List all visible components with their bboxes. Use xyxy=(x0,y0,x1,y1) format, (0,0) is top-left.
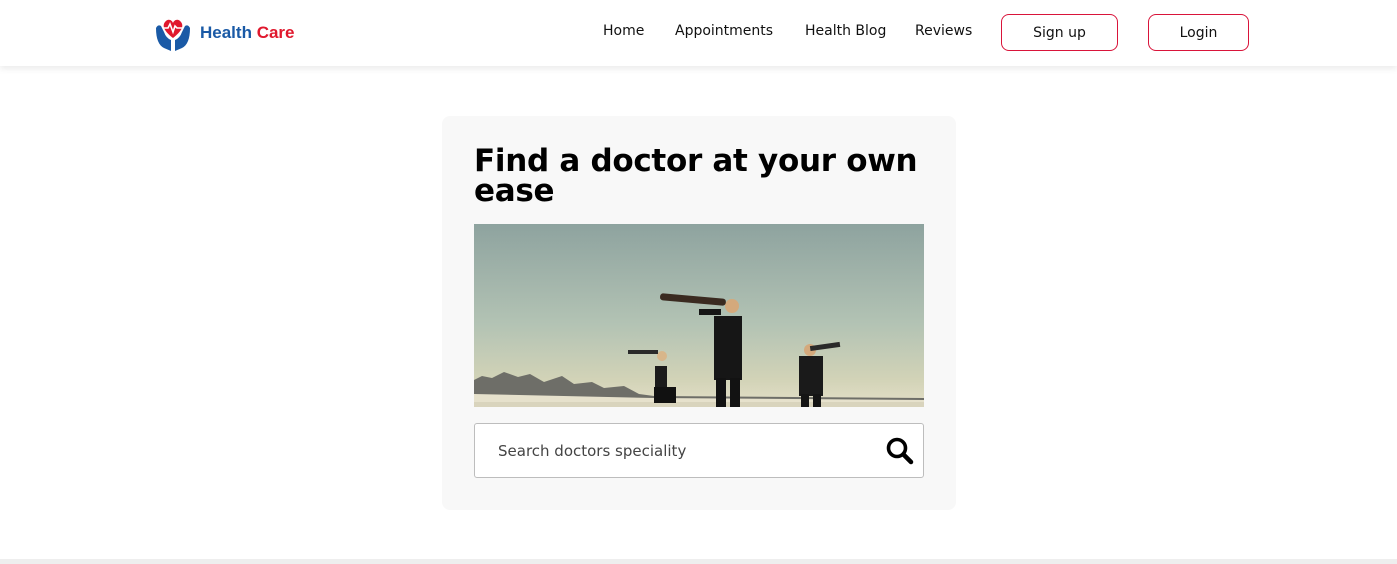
nav-health-blog[interactable]: Health Blog xyxy=(805,23,886,39)
hero-title: Find a doctor at your own ease xyxy=(474,143,918,209)
nav-appointments[interactable]: Appointments xyxy=(675,23,773,39)
search-bar xyxy=(474,423,924,478)
nav-home[interactable]: Home xyxy=(603,23,644,39)
navbar: Health Care Home Appointments Health Blo… xyxy=(0,0,1397,66)
footer-divider xyxy=(0,559,1397,564)
signup-button[interactable]: Sign up xyxy=(1001,14,1118,51)
brand-logo[interactable]: Health Care xyxy=(154,14,295,52)
brand-word-care: Care xyxy=(256,23,295,42)
find-doctor-card: Find a doctor at your own ease xyxy=(442,116,956,510)
login-button[interactable]: Login xyxy=(1148,14,1249,51)
health-care-logo-icon xyxy=(156,19,190,51)
brand-word-health: Health xyxy=(200,23,252,42)
brand-name: Health Care xyxy=(200,23,295,43)
search-icon[interactable] xyxy=(885,436,915,466)
nav-reviews[interactable]: Reviews xyxy=(915,23,972,39)
telescope-people-illustration xyxy=(474,224,924,407)
search-input[interactable] xyxy=(475,424,875,477)
hero-image xyxy=(474,224,924,407)
